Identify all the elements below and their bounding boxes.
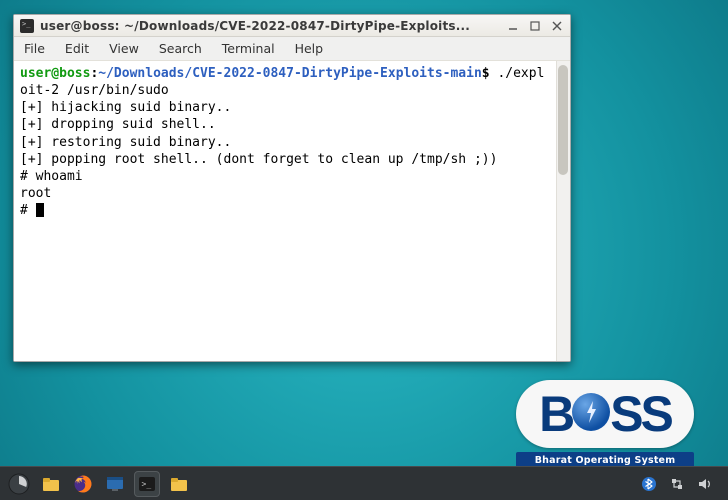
network-icon[interactable]: [668, 475, 686, 493]
svg-text:>_: >_: [142, 479, 152, 488]
command-part2: oit-2 /usr/bin/sudo: [20, 83, 169, 98]
output-line: [+] popping root shell.. (dont forget to…: [20, 152, 497, 167]
logo-letter-s1: S: [610, 389, 640, 439]
menubar: File Edit View Search Terminal Help: [14, 37, 570, 61]
window-title: user@boss: ~/Downloads/CVE-2022-0847-Dir…: [40, 19, 500, 33]
maximize-button[interactable]: [526, 19, 544, 33]
show-desktop-icon[interactable]: [102, 471, 128, 497]
folder-icon[interactable]: [166, 471, 192, 497]
firefox-icon[interactable]: [70, 471, 96, 497]
minimize-button[interactable]: [504, 19, 522, 33]
terminal-body[interactable]: user@boss:~/Downloads/CVE-2022-0847-Dirt…: [14, 61, 570, 361]
terminal-icon[interactable]: >_: [134, 471, 160, 497]
titlebar[interactable]: user@boss: ~/Downloads/CVE-2022-0847-Dir…: [14, 15, 570, 37]
prompt-path: ~/Downloads/CVE-2022-0847-DirtyPipe-Expl…: [98, 66, 482, 81]
bluetooth-icon[interactable]: [640, 475, 658, 493]
output-line: #: [20, 203, 36, 218]
menu-edit[interactable]: Edit: [55, 38, 99, 59]
logo-letter-s2: S: [641, 389, 671, 439]
terminal-window: user@boss: ~/Downloads/CVE-2022-0847-Dir…: [13, 14, 571, 362]
boss-logo: B S S Bharat Operating System Solutions: [516, 380, 694, 480]
menu-file[interactable]: File: [18, 38, 55, 59]
menu-help[interactable]: Help: [285, 38, 334, 59]
command-part1: ./expl: [490, 66, 545, 81]
terminal-cursor: [36, 203, 44, 217]
output-line: [+] restoring suid binary..: [20, 135, 231, 150]
terminal-scrollbar[interactable]: [556, 61, 570, 361]
output-line: root: [20, 186, 51, 201]
logo-lightning-disc: [572, 393, 610, 431]
output-line: [+] hijacking suid binary..: [20, 100, 231, 115]
taskbar: >_: [0, 466, 728, 500]
output-line: # whoami: [20, 169, 83, 184]
system-tray: [640, 475, 722, 493]
terminal-app-icon: [20, 19, 34, 33]
boss-logo-oval: B S S: [516, 380, 694, 448]
prompt-user: user@boss: [20, 66, 90, 81]
prompt-dollar: $: [482, 66, 490, 81]
terminal-body-wrap: user@boss:~/Downloads/CVE-2022-0847-Dirt…: [14, 61, 570, 361]
file-manager-icon[interactable]: [38, 471, 64, 497]
menu-search[interactable]: Search: [149, 38, 212, 59]
menu-view[interactable]: View: [99, 38, 149, 59]
start-menu-icon[interactable]: [6, 471, 32, 497]
scrollbar-thumb[interactable]: [558, 65, 568, 175]
menu-terminal[interactable]: Terminal: [212, 38, 285, 59]
taskbar-launchers: >_: [6, 471, 192, 497]
output-line: [+] dropping suid shell..: [20, 117, 216, 132]
close-button[interactable]: [548, 19, 566, 33]
volume-icon[interactable]: [696, 475, 714, 493]
logo-letter-b: B: [539, 389, 572, 439]
